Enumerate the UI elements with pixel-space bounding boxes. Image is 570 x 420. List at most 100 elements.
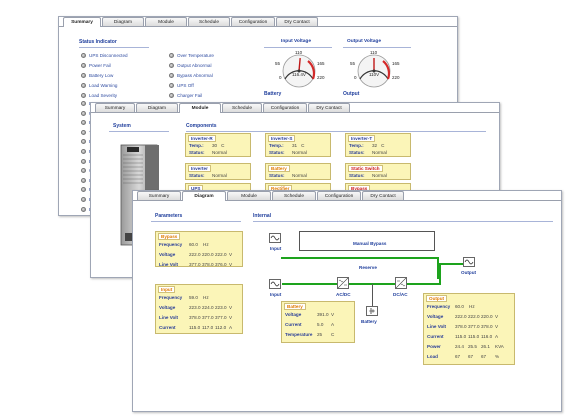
component-row: Status: Normal bbox=[189, 173, 247, 179]
manual-bypass-line bbox=[434, 231, 435, 251]
parameter-value: 115.0 bbox=[468, 334, 480, 339]
component-box[interactable]: Inverter-R Temp.: 30 C Status: Normal bbox=[185, 133, 251, 157]
diagram-window: Summary Diagram Module Schedule Configur… bbox=[132, 190, 562, 412]
tab-diagram[interactable]: Diagram bbox=[102, 17, 144, 26]
parameter-key: Current bbox=[427, 334, 444, 339]
component-key: Status: bbox=[269, 150, 285, 155]
tab-configuration[interactable]: Configuration bbox=[263, 103, 307, 112]
status-led-icon bbox=[81, 129, 86, 135]
parameter-box-title: Input bbox=[158, 286, 176, 293]
parameter-box-title: Output bbox=[426, 295, 448, 302]
tab-bar: Summary Diagram Module Schedule Configur… bbox=[91, 103, 350, 113]
component-key: Status: bbox=[189, 150, 205, 155]
parameter-value: 377.0 bbox=[202, 315, 214, 320]
parameter-key: Line Volt bbox=[159, 262, 179, 267]
tab-module[interactable]: Module bbox=[227, 191, 271, 200]
bypass-flow-line bbox=[281, 257, 439, 259]
tab-schedule[interactable]: Schedule bbox=[188, 17, 230, 26]
input-voltage-title: Input Voltage bbox=[281, 39, 312, 44]
tab-summary[interactable]: Summary bbox=[95, 103, 135, 112]
component-value: Normal bbox=[212, 173, 227, 178]
tab-configuration[interactable]: Configuration bbox=[317, 191, 361, 200]
status-indicator-item: Output Abnormal bbox=[169, 63, 211, 68]
parameter-value: 378.0 bbox=[481, 324, 493, 329]
section-divider bbox=[109, 131, 169, 132]
bypass-parameters-box: Bypass Frequency 60.0 Hz Voltage 222.0 220.0 22… bbox=[155, 231, 243, 267]
parameter-value: 112.0 bbox=[215, 325, 227, 330]
output-symbol[interactable] bbox=[463, 257, 475, 267]
parameter-unit: V bbox=[331, 312, 335, 317]
component-box[interactable]: Inverter Status: Normal bbox=[185, 163, 251, 180]
tab-dry-contact[interactable]: Dry Contact bbox=[362, 191, 404, 200]
parameter-value: 223.0 bbox=[189, 305, 201, 310]
manual-bypass-line bbox=[299, 250, 435, 251]
parameter-value: 377.0 bbox=[468, 324, 480, 329]
manual-bypass-line bbox=[299, 231, 300, 251]
tab-configuration[interactable]: Configuration bbox=[231, 17, 275, 26]
tab-schedule[interactable]: Schedule bbox=[222, 103, 262, 112]
tab-dry-contact[interactable]: Dry Contact bbox=[276, 17, 318, 26]
parameter-value: 115.0 bbox=[189, 325, 201, 330]
status-led-icon bbox=[81, 177, 86, 183]
dc-ac-inverter-symbol[interactable] bbox=[395, 277, 407, 289]
battery-symbol[interactable] bbox=[366, 306, 378, 316]
main-input-symbol[interactable] bbox=[269, 279, 281, 289]
tab-module[interactable]: Module bbox=[179, 103, 221, 113]
status-led-icon bbox=[169, 83, 174, 88]
parameter-unit: V bbox=[229, 252, 233, 257]
parameter-unit: V bbox=[229, 262, 233, 267]
parameter-key: Line Volt bbox=[427, 324, 447, 329]
battery-branch-line bbox=[372, 284, 373, 308]
main-input-label: Input bbox=[270, 292, 282, 297]
parameter-key: Temperature bbox=[285, 332, 313, 337]
parameter-row: Voltage 222.0 222.0 220.0 V bbox=[427, 314, 511, 320]
parameter-key: Frequency bbox=[159, 242, 183, 247]
parameter-row: Line Volt 378.0 377.0 378.0 V bbox=[427, 324, 511, 330]
parameter-unit: Hz bbox=[203, 242, 209, 247]
tab-dry-contact[interactable]: Dry Contact bbox=[308, 103, 350, 112]
input-voltage-value: 116.4V bbox=[292, 72, 306, 77]
status-led-icon bbox=[81, 110, 86, 116]
ac-dc-label: AC/DC bbox=[336, 292, 351, 297]
parameter-key: Frequency bbox=[427, 304, 451, 309]
parameter-value: 222.0 bbox=[455, 314, 467, 319]
status-indicator-item: Power Fail bbox=[81, 63, 111, 68]
status-indicator-title: Status Indicator bbox=[79, 39, 117, 45]
component-row: Temp.: 30 C bbox=[189, 143, 247, 149]
parameter-key: Voltage bbox=[159, 252, 176, 257]
component-row: Temp.: 32 C bbox=[349, 143, 407, 149]
component-box[interactable]: Inverter-S Temp.: 31 C Status: Normal bbox=[265, 133, 331, 157]
tab-diagram[interactable]: Diagram bbox=[182, 191, 226, 201]
parameter-row: Frequency 59.0 Hz bbox=[159, 295, 239, 301]
tab-schedule[interactable]: Schedule bbox=[272, 191, 316, 200]
parameter-value: 115.0 bbox=[455, 334, 467, 339]
parameter-row: Voltage 391.0 V bbox=[285, 312, 351, 318]
parameter-unit: % bbox=[495, 354, 500, 359]
component-key: Temp.: bbox=[269, 143, 284, 148]
tab-summary[interactable]: Summary bbox=[63, 17, 101, 27]
parameter-key: Voltage bbox=[159, 305, 176, 310]
tab-module[interactable]: Module bbox=[145, 17, 187, 26]
tab-summary[interactable]: Summary bbox=[137, 191, 181, 200]
parameter-value: 220.0 bbox=[202, 252, 214, 257]
components-title: Components bbox=[186, 123, 217, 129]
status-indicator-label: Power Fail bbox=[89, 63, 111, 68]
bypass-input-symbol[interactable] bbox=[269, 233, 281, 243]
manual-bypass-label: Manual Bypass bbox=[353, 241, 387, 246]
ac-dc-rectifier-symbol[interactable] bbox=[337, 277, 349, 289]
status-indicator-item: Bypass Abnormal bbox=[169, 73, 213, 78]
parameter-value: 378.0 bbox=[455, 324, 467, 329]
parameter-value: 67 bbox=[481, 354, 487, 359]
component-box[interactable]: Battery Status: Normal bbox=[265, 163, 331, 180]
tab-diagram[interactable]: Diagram bbox=[136, 103, 178, 112]
component-box[interactable]: Static Switch Status: Normal bbox=[345, 163, 411, 180]
parameter-key: Frequency bbox=[159, 295, 183, 300]
output-label: Output bbox=[461, 270, 477, 275]
status-led-icon bbox=[81, 93, 86, 98]
component-value: Normal bbox=[292, 173, 307, 178]
component-box[interactable]: Inverter-T Temp.: 32 C Status: Normal bbox=[345, 133, 411, 157]
component-key: Temp.: bbox=[349, 143, 364, 148]
parameter-key: Line Volt bbox=[159, 315, 179, 320]
component-key: Status: bbox=[349, 150, 365, 155]
parameter-value: 5.0 bbox=[317, 322, 324, 327]
